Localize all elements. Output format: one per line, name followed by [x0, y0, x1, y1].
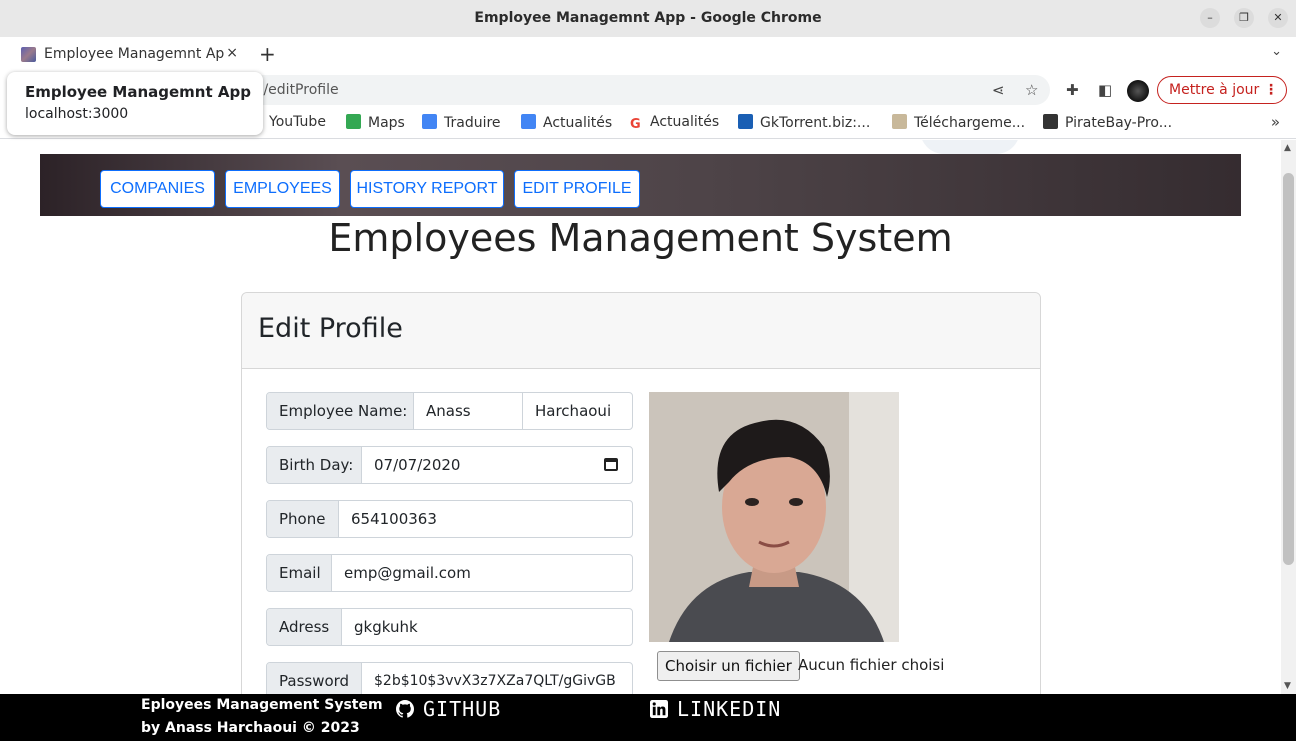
email-label: Email — [267, 555, 332, 591]
last-name-input[interactable]: Harchaoui — [523, 393, 632, 429]
github-icon — [396, 700, 414, 718]
phone-input[interactable]: 654100363 — [339, 501, 629, 537]
extensions-icon[interactable]: ✚ — [1066, 81, 1079, 99]
top-navbar: COMPANIES EMPLOYEES HISTORY REPORT EDIT … — [40, 154, 1241, 216]
window-title: Employee Managemnt App - Google Chrome — [474, 10, 822, 26]
address-group: Adress gkgkuhk — [266, 608, 633, 646]
nav-edit-profile-button[interactable]: EDIT PROFILE — [514, 170, 640, 208]
footer-title: Eployees Management System — [141, 697, 383, 713]
footer-copyright: by Anass Harchaoui © 2023 — [141, 720, 360, 736]
page-scrollbar[interactable]: ▲ ▼ — [1281, 140, 1296, 694]
restore-icon[interactable]: ❐ — [1234, 8, 1254, 28]
linkedin-label: LINKEDIN — [677, 697, 782, 721]
github-label: GITHUB — [423, 697, 502, 721]
birth-day-label: Birth Day: — [267, 447, 362, 483]
scroll-up-icon[interactable]: ▲ — [1284, 143, 1291, 153]
bookmark-translate[interactable]: Traduire — [422, 114, 501, 131]
window-titlebar: Employee Managemnt App - Google Chrome –… — [0, 0, 1296, 37]
linkedin-icon — [650, 700, 668, 718]
partial-element — [920, 140, 1020, 154]
profile-avatar-icon[interactable] — [1127, 80, 1149, 102]
hover-card-host: localhost:3000 — [25, 106, 129, 122]
tab-hover-card: Employee Managemnt App localhost:3000 — [7, 72, 263, 135]
bookmark-label: Téléchargeme... — [914, 115, 1026, 131]
first-name-input[interactable]: Anass — [414, 393, 522, 429]
side-panel-icon[interactable]: ◧ — [1098, 81, 1112, 99]
linkedin-link[interactable]: LINKEDIN — [650, 697, 781, 721]
email-input[interactable]: emp@gmail.com — [332, 555, 628, 591]
maps-icon — [346, 114, 361, 129]
password-input[interactable]: $2b$10$3vvX3z7XZa7QLT/gGivGB — [362, 663, 632, 694]
kebab-menu-icon[interactable]: ⋮ — [1264, 77, 1278, 103]
file-status-text: Aucun fichier choisi — [798, 656, 945, 674]
chevron-down-icon[interactable]: ⌄ — [1271, 44, 1282, 59]
address-label: Adress — [267, 609, 342, 645]
more-bookmarks-icon[interactable]: » — [1271, 113, 1280, 131]
bookmark-label: Traduire — [444, 115, 501, 131]
card-header: Edit Profile — [242, 293, 1040, 369]
hover-card-title: Employee Managemnt App — [25, 83, 251, 101]
calendar-icon[interactable] — [604, 458, 618, 471]
bookmark-news[interactable]: Actualités — [521, 114, 612, 131]
bookmark-youtube[interactable]: YouTube — [269, 114, 326, 130]
card-title: Edit Profile — [258, 313, 403, 344]
favicon-icon — [21, 47, 36, 62]
google-icon: G — [630, 117, 641, 132]
email-group: Email emp@gmail.com — [266, 554, 633, 592]
person-portrait-icon — [649, 392, 899, 642]
ship-icon — [1043, 114, 1058, 129]
phone-group: Phone 654100363 — [266, 500, 633, 538]
star-icon[interactable]: ☆ — [1025, 81, 1038, 99]
update-button[interactable]: Mettre à jour ⋮ — [1157, 76, 1287, 104]
bookmark-piratebay[interactable]: PirateBay-Pro... — [1043, 114, 1172, 131]
share-icon[interactable]: ⋖ — [992, 81, 1005, 99]
bookmark-telechargement[interactable]: Téléchargeme... — [892, 114, 1025, 131]
bookmark-gktorrent[interactable]: GkTorrent.biz:... — [738, 114, 870, 131]
scroll-down-icon[interactable]: ▼ — [1284, 681, 1291, 691]
nav-employees-button[interactable]: EMPLOYEES — [225, 170, 340, 208]
minimize-icon[interactable]: – — [1200, 8, 1220, 28]
scrollbar-thumb[interactable] — [1283, 173, 1294, 565]
address-url: )/editProfile — [258, 82, 339, 98]
github-link[interactable]: GITHUB — [396, 697, 501, 721]
nav-history-report-button[interactable]: HISTORY REPORT — [350, 170, 504, 208]
browser-tab[interactable]: Employee Managemnt App × — [9, 38, 245, 71]
phone-label: Phone — [267, 501, 339, 537]
password-group: Password $2b$10$3vvX3z7XZa7QLT/gGivGB — [266, 662, 633, 694]
tab-title: Employee Managemnt App — [44, 46, 224, 62]
profile-photo — [649, 392, 899, 642]
bookmark-label: Actualités — [650, 114, 720, 130]
birth-day-group: Birth Day: 07/07/2020 — [266, 446, 633, 484]
bookmark-label: Actualités — [543, 115, 613, 131]
bookmark-label: Maps — [368, 115, 405, 131]
news-icon — [521, 114, 536, 129]
tab-close-icon[interactable]: × — [226, 45, 238, 61]
page-footer: Eployees Management System by Anass Harc… — [0, 694, 1296, 741]
address-input[interactable]: gkgkuhk — [342, 609, 628, 645]
bookmark-maps[interactable]: Maps — [346, 114, 405, 131]
bookmark-google-news[interactable]: G Actualités — [630, 114, 719, 132]
bookmark-label: YouTube — [269, 114, 326, 130]
edit-profile-card: Edit Profile Employee Name: Anass Harcha… — [241, 292, 1041, 694]
choose-file-button[interactable]: Choisir un fichier — [657, 651, 800, 681]
download-icon — [738, 114, 753, 129]
translate-icon — [422, 114, 437, 129]
birth-day-input[interactable]: 07/07/2020 — [362, 447, 592, 483]
close-window-icon[interactable]: ✕ — [1268, 8, 1288, 28]
password-label: Password — [267, 663, 362, 694]
bookmark-label: GkTorrent.biz:... — [760, 115, 871, 131]
nav-companies-button[interactable]: COMPANIES — [100, 170, 215, 208]
address-bar[interactable]: )/editProfile ⋖ ☆ — [180, 75, 1050, 105]
bookmark-label: PirateBay-Pro... — [1065, 115, 1173, 131]
employee-name-group: Employee Name: Anass Harchaoui — [266, 392, 633, 430]
torrent-icon — [892, 114, 907, 129]
employee-name-label: Employee Name: — [267, 393, 414, 429]
page-viewport: COMPANIES EMPLOYEES HISTORY REPORT EDIT … — [0, 140, 1281, 694]
page-title: Employees Management System — [328, 216, 953, 260]
new-tab-button[interactable]: + — [259, 42, 276, 66]
update-button-label: Mettre à jour — [1169, 82, 1260, 98]
